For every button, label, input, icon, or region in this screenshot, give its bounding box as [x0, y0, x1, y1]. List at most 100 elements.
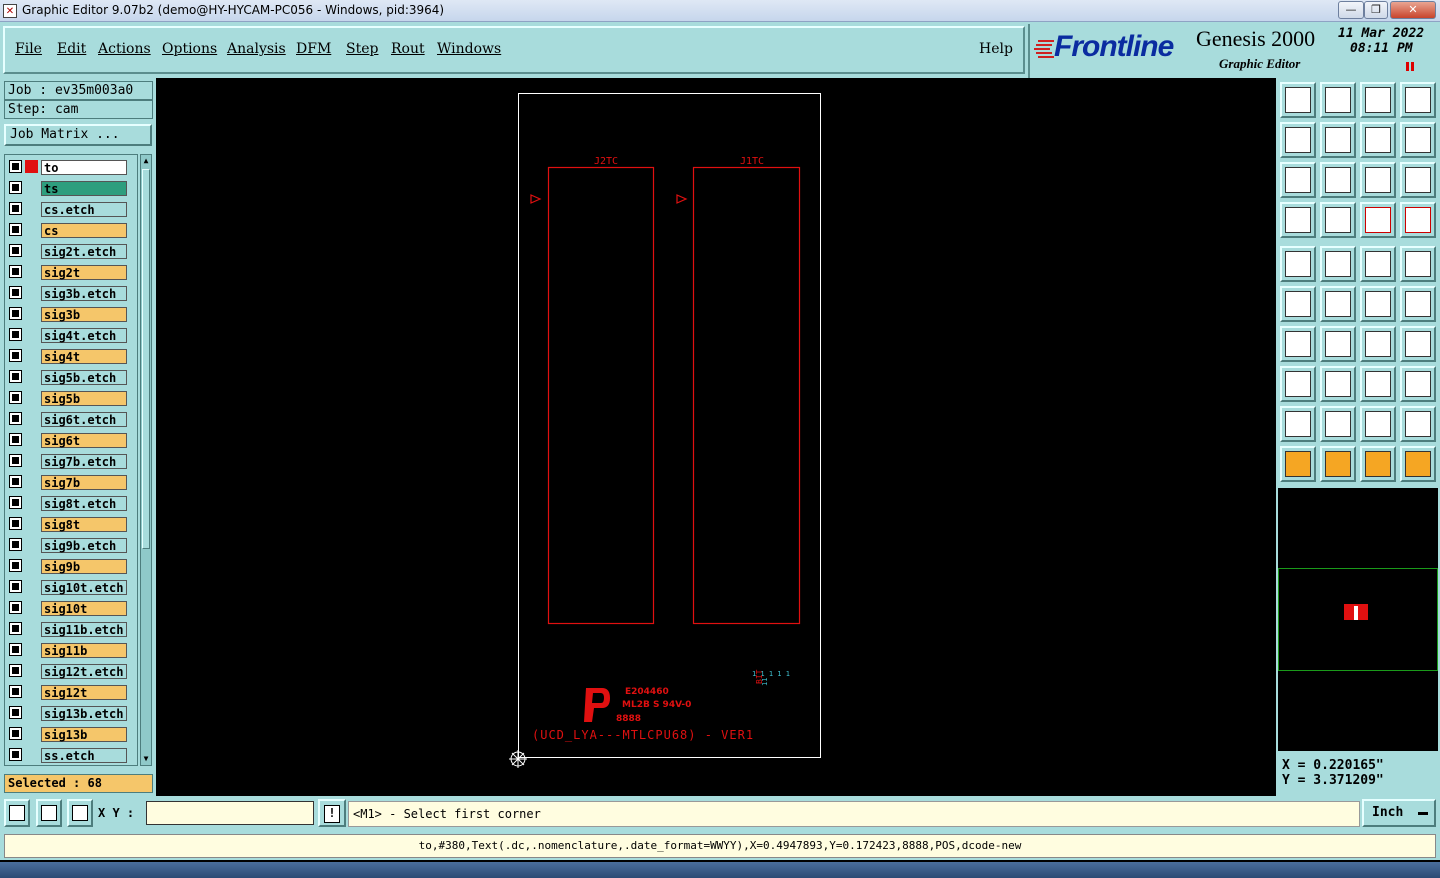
snap-button[interactable] [1280, 202, 1316, 238]
scale-1-2-button[interactable] [1360, 162, 1396, 198]
job-matrix-button[interactable]: Job Matrix ... [4, 124, 152, 146]
menu-step[interactable]: Step [346, 41, 378, 57]
xy-input[interactable] [146, 801, 314, 825]
layer-down-button[interactable] [1320, 82, 1356, 118]
layer-name[interactable]: sig5b.etch [41, 370, 127, 385]
layer-checkbox[interactable] [9, 685, 22, 698]
menu-help[interactable]: Help [979, 41, 1013, 57]
layer-name[interactable]: sig12t.etch [41, 664, 127, 679]
drc-grid-button[interactable] [1360, 202, 1396, 238]
horizontal-line-button[interactable] [1320, 366, 1356, 402]
polygon-edit-button[interactable] [1320, 246, 1356, 282]
drc-grid-alt-button[interactable] [1400, 202, 1436, 238]
layer-row[interactable]: sig3b [5, 304, 137, 325]
layer-name[interactable]: sig13b.etch [41, 706, 127, 721]
layer-checkbox[interactable] [9, 412, 22, 425]
arrow-up-edit-button[interactable] [1320, 406, 1356, 442]
layer-name[interactable]: sig13b [41, 727, 127, 742]
menu-windows[interactable]: Windows [437, 41, 501, 57]
layer-row[interactable]: sig10t [5, 598, 137, 619]
layer-checkbox[interactable] [9, 265, 22, 278]
layer-row[interactable]: sig7b [5, 472, 137, 493]
layer-checkbox[interactable] [9, 727, 22, 740]
layer-row[interactable]: sig8t [5, 514, 137, 535]
layer-checkbox[interactable] [9, 496, 22, 509]
scroll-up-icon[interactable]: ▲ [142, 156, 150, 166]
window-split-button[interactable] [1400, 82, 1436, 118]
zoom-center-button[interactable] [1320, 162, 1356, 198]
net-highlight-button[interactable] [1320, 202, 1356, 238]
help-button[interactable] [1400, 162, 1436, 198]
layer-checkbox[interactable] [9, 223, 22, 236]
layer-row[interactable]: sig3b.etch [5, 283, 137, 304]
line-add-button[interactable] [1360, 286, 1396, 322]
layer-row[interactable]: ts [5, 178, 137, 199]
minimize-button[interactable]: — [1338, 1, 1364, 19]
layer-row[interactable]: sig5b [5, 388, 137, 409]
date-code[interactable]: 8888 [616, 714, 641, 724]
layer-row[interactable]: sig8t.etch [5, 493, 137, 514]
measure-button[interactable] [36, 799, 62, 827]
layer-row[interactable]: sig2t.etch [5, 241, 137, 262]
layer-name[interactable]: sig11b.etch [41, 622, 127, 637]
flip-text-button[interactable] [1400, 326, 1436, 362]
pad-select-button[interactable] [1400, 246, 1436, 282]
compass-select-button[interactable] [1360, 446, 1396, 482]
layer-name[interactable]: sig6t [41, 433, 127, 448]
layer-row[interactable]: sig12t [5, 682, 137, 703]
a-text-button[interactable] [1360, 406, 1396, 442]
arc-edit-button[interactable] [1360, 326, 1396, 362]
layer-checkbox[interactable] [9, 538, 22, 551]
layer-name[interactable]: sig4t [41, 349, 127, 364]
layer-row[interactable]: sig5b.etch [5, 367, 137, 388]
graphic-canvas[interactable]: J2TC J1TC 11 1 1 1 1 1 BIT E204460 ML2B … [156, 78, 1276, 796]
layer-row[interactable]: sig4t.etch [5, 325, 137, 346]
layer-checkbox[interactable] [9, 286, 22, 299]
layer-row[interactable]: sig2t [5, 262, 137, 283]
ruler-button[interactable] [1360, 246, 1396, 282]
a-underline-button[interactable] [1400, 406, 1436, 442]
pan-left-button[interactable] [1280, 122, 1316, 158]
layer-checkbox[interactable] [9, 202, 22, 215]
scroll-thumb[interactable] [142, 169, 150, 549]
layer-row[interactable]: sig13b.etch [5, 703, 137, 724]
layer-name[interactable]: sig12t [41, 685, 127, 700]
layer-name[interactable]: sig8t [41, 517, 127, 532]
layer-row[interactable]: ss.etch [5, 745, 137, 765]
layer-checkbox[interactable] [9, 454, 22, 467]
layer-checkbox[interactable] [9, 475, 22, 488]
flip-button[interactable] [1360, 122, 1396, 158]
layer-checkbox[interactable] [9, 307, 22, 320]
layer-checkbox[interactable] [9, 391, 22, 404]
layer-name[interactable]: sig8t.etch [41, 496, 127, 511]
menu-rout[interactable]: Rout [391, 41, 425, 57]
alert-button[interactable]: ! [318, 799, 346, 827]
move-select-button[interactable] [1280, 366, 1316, 402]
close-button[interactable]: ✕ [1390, 1, 1436, 19]
cross-select-button[interactable] [1320, 286, 1356, 322]
layer-name[interactable]: sig9b [41, 559, 127, 574]
layer-row[interactable]: sig12t.etch [5, 661, 137, 682]
pointer-select-button[interactable] [1320, 446, 1356, 482]
menu-edit[interactable]: Edit [57, 41, 86, 57]
scroll-down-icon[interactable]: ▼ [142, 754, 150, 764]
layer-checkbox[interactable] [9, 706, 22, 719]
angle-edit-button[interactable] [1280, 326, 1316, 362]
fill-button[interactable] [1280, 246, 1316, 282]
layer-row[interactable]: sig9b.etch [5, 535, 137, 556]
layer-name[interactable]: sig3b.etch [41, 286, 127, 301]
layer-checkbox[interactable] [9, 748, 22, 761]
overview-map[interactable] [1278, 568, 1438, 671]
pointer-button[interactable] [1280, 446, 1316, 482]
mirror-button[interactable] [1400, 122, 1436, 158]
layer-name[interactable]: to [41, 160, 127, 175]
home-button[interactable] [1360, 82, 1396, 118]
menu-options[interactable]: Options [162, 41, 217, 57]
units-dropdown[interactable]: Inch [1362, 799, 1436, 827]
connector-j2tc[interactable] [547, 166, 655, 625]
route-select-button[interactable] [1400, 446, 1436, 482]
menu-analysis[interactable]: Analysis [227, 41, 286, 57]
triangle-edit-button[interactable] [1280, 406, 1316, 442]
layer-checkbox[interactable] [9, 580, 22, 593]
maximize-button[interactable]: ❐ [1364, 1, 1388, 19]
